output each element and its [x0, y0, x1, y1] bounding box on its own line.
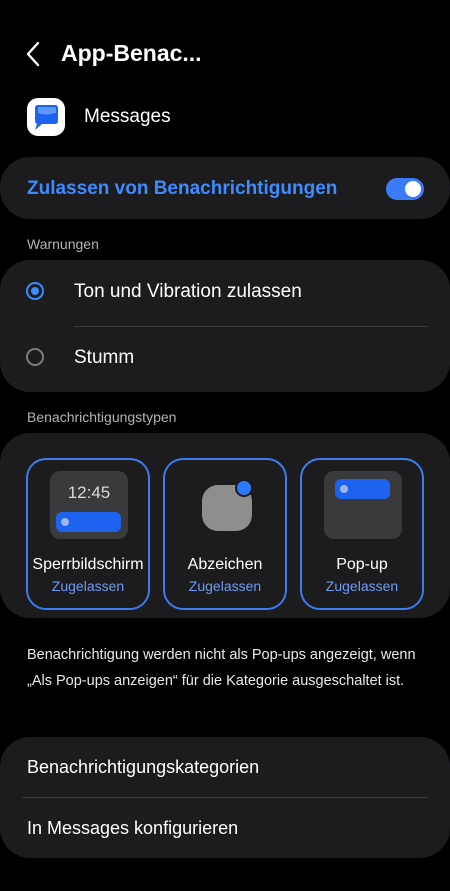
notification-types-section-label: Benachrichtigungstypen: [27, 409, 177, 425]
notification-categories-link[interactable]: Benachrichtigungskategorien: [27, 757, 259, 778]
popup-info-text: Benachrichtigung werden nicht als Pop-up…: [27, 647, 416, 689]
type-status: Zugelassen: [51, 578, 125, 594]
type-status: Zugelassen: [325, 578, 399, 594]
lock-screen-preview: 12:45: [50, 471, 128, 539]
back-arrow-icon[interactable]: [22, 40, 46, 68]
type-lock-screen[interactable]: 12:45 Sperrbildschirm Zugelassen: [26, 458, 150, 610]
type-popup[interactable]: Pop-up Zugelassen: [300, 458, 424, 610]
links-card: Benachrichtigungskategorien In Messages …: [0, 737, 450, 858]
messages-app-icon: [27, 98, 65, 136]
radio-option-sound-vibration[interactable]: Ton und Vibration zulassen: [0, 260, 450, 326]
app-info-row: Messages: [27, 96, 427, 138]
app-name: Messages: [84, 106, 171, 127]
allow-notifications-switch[interactable]: [386, 178, 424, 200]
configure-in-messages-link[interactable]: In Messages konfigurieren: [27, 818, 238, 839]
switch-knob: [405, 181, 421, 197]
notification-types-card: 12:45 Sperrbildschirm Zugelassen Abzeich…: [0, 433, 450, 618]
type-status: Zugelassen: [188, 578, 262, 594]
type-name: Pop-up: [336, 556, 388, 573]
radio-button-selected[interactable]: [26, 282, 44, 300]
preview-time: 12:45: [67, 483, 111, 502]
radio-option-label: Stumm: [74, 347, 135, 368]
popup-bar-icon: [335, 479, 390, 499]
top-app-bar: App-Benac...: [0, 28, 450, 80]
type-badge[interactable]: Abzeichen Zugelassen: [163, 458, 287, 610]
warnings-card: Ton und Vibration zulassen Stumm: [0, 260, 450, 392]
popup-preview: [324, 471, 402, 539]
radio-button[interactable]: [26, 348, 44, 366]
allow-notifications-row[interactable]: Zulassen von Benachrichtigungen: [0, 157, 450, 219]
page-title: App-Benac...: [61, 40, 202, 66]
divider: [22, 797, 428, 798]
type-name: Abzeichen: [187, 556, 263, 573]
notification-bar-icon: [56, 512, 121, 532]
radio-option-label: Ton und Vibration zulassen: [74, 281, 302, 302]
badge-dot-icon: [235, 479, 253, 497]
type-name: Sperrbildschirm: [32, 556, 144, 573]
allow-notifications-label: Zulassen von Benachrichtigungen: [27, 178, 338, 199]
warnings-section-label: Warnungen: [27, 236, 99, 252]
radio-option-mute[interactable]: Stumm: [0, 326, 450, 392]
